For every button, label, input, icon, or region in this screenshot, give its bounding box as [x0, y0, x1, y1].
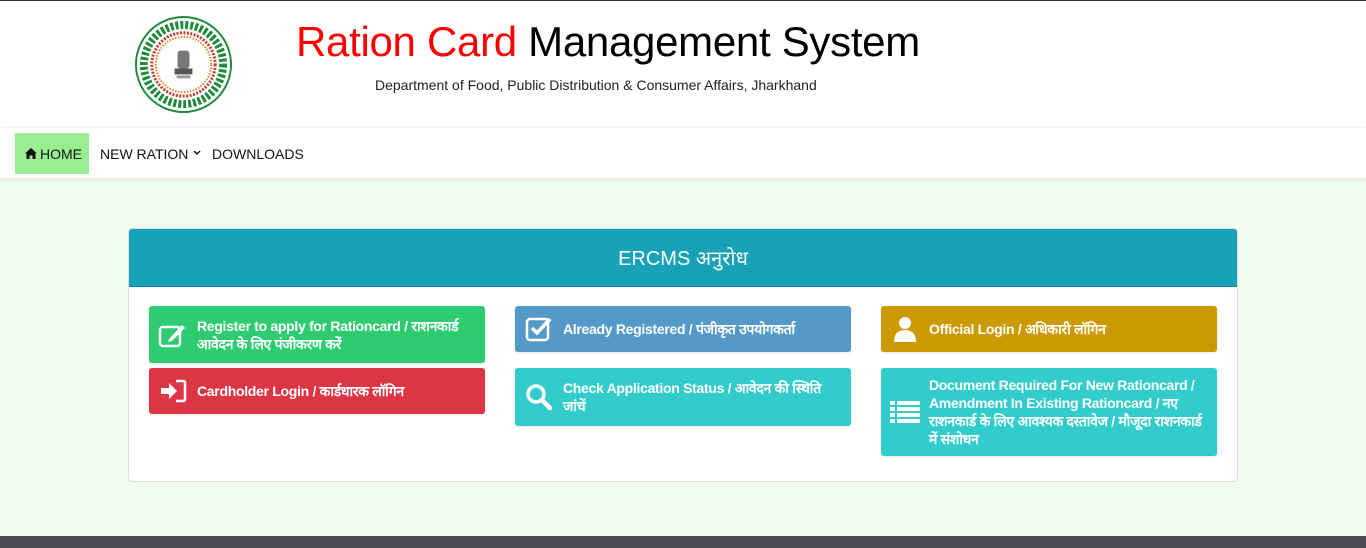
cardholder-login-label: Cardholder Login / कार्डधारक लॉगिन [197, 383, 404, 399]
site-header: Ration Card Management System Department… [0, 1, 1366, 127]
check-square-icon [515, 316, 563, 342]
nav-downloads-label: DOWNLOADS [212, 145, 304, 162]
already-registered-button[interactable]: Already Registered / पंजीकृत उपयोगकर्ता [515, 306, 851, 352]
nav-new-ration-label: NEW RATION [100, 145, 189, 162]
register-button-label: Register to apply for Rationcard / राशनक… [197, 317, 459, 352]
list-icon [881, 400, 929, 424]
nav-home[interactable]: HOME [15, 133, 89, 174]
documents-required-button[interactable]: Document Required For New Rationcard / A… [881, 368, 1217, 456]
cardholder-login-button[interactable]: Cardholder Login / कार्डधारक लॉगिन [149, 368, 485, 414]
nav-downloads[interactable]: DOWNLOADS [212, 133, 304, 174]
nav-new-ration[interactable]: NEW RATION [100, 133, 201, 174]
site-title-red: Ration Card [296, 18, 517, 65]
edit-icon [149, 322, 197, 348]
check-status-label: Check Application Status / आवेदन की स्थि… [563, 380, 821, 414]
nav-home-label: HOME [40, 145, 82, 162]
jharkhand-emblem-logo [134, 15, 233, 114]
chevron-down-icon [193, 148, 201, 159]
register-button[interactable]: Register to apply for Rationcard / राशनक… [149, 306, 485, 363]
main-navbar: HOME NEW RATION DOWNLOADS [0, 127, 1366, 178]
panel-title: ERCMS अनुरोध [129, 229, 1237, 287]
page-footer [0, 536, 1366, 548]
site-title: Ration Card Management System [296, 18, 920, 66]
home-icon [25, 146, 40, 162]
search-icon [515, 383, 563, 411]
official-login-label: Official Login / अधिकारी लॉगिन [929, 321, 1106, 337]
ercms-request-panel: ERCMS अनुरोध Register to apply for Ratio… [128, 228, 1238, 482]
site-title-black: Management System [516, 18, 920, 65]
site-subtitle: Department of Food, Public Distribution … [375, 77, 817, 93]
sign-in-icon [149, 379, 197, 403]
official-login-button[interactable]: Official Login / अधिकारी लॉगिन [881, 306, 1217, 352]
check-status-button[interactable]: Check Application Status / आवेदन की स्थि… [515, 368, 851, 426]
documents-required-label: Document Required For New Rationcard / A… [929, 377, 1202, 447]
already-registered-label: Already Registered / पंजीकृत उपयोगकर्ता [563, 321, 795, 337]
user-icon [881, 316, 929, 342]
